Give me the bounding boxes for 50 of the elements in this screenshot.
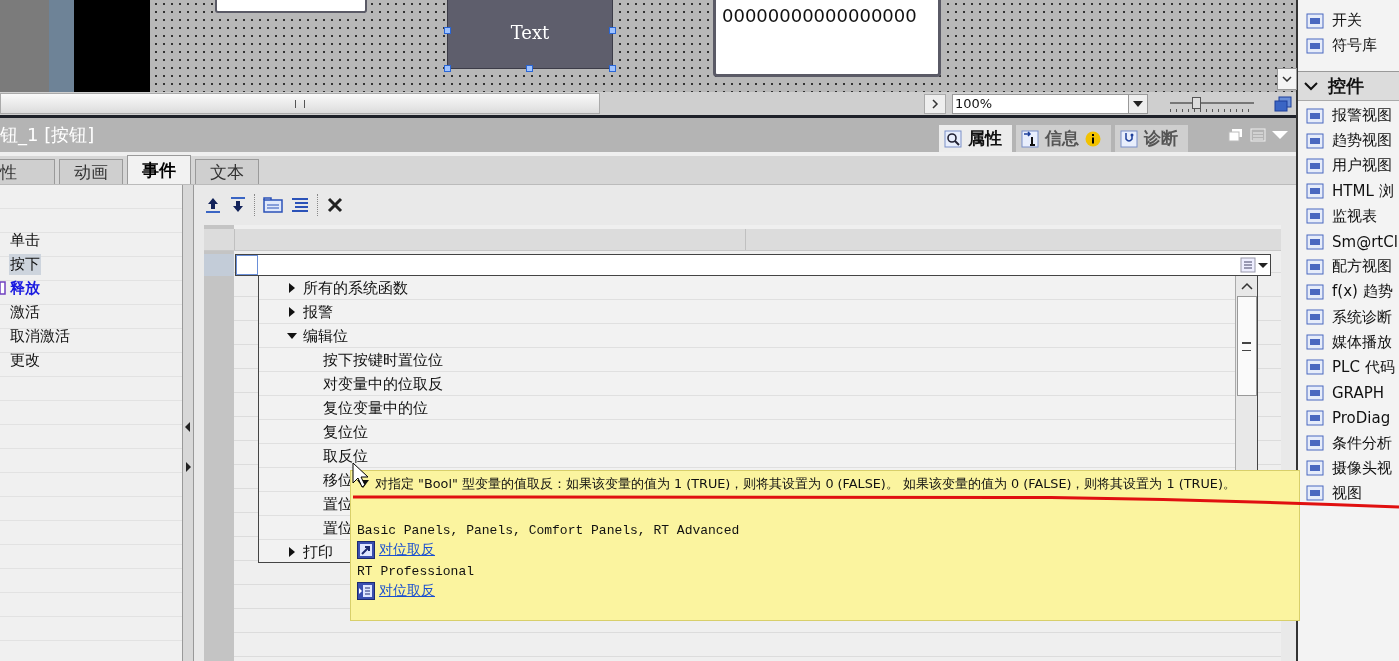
toolbox-item[interactable]: 监视表 bbox=[1332, 206, 1377, 226]
toolbox-item[interactable]: 摄像头视 bbox=[1332, 458, 1392, 478]
inspector-tab[interactable]: 诊断 bbox=[1115, 125, 1188, 152]
event-item[interactable]: 取消激活 bbox=[9, 325, 71, 347]
toolbox-item[interactable]: ProDiag bbox=[1332, 408, 1391, 427]
tab[interactable]: 性 bbox=[0, 159, 55, 184]
toolbox-item[interactable]: f(x) 趋势 bbox=[1332, 282, 1393, 302]
toolbox-item[interactable]: 条件分析 bbox=[1332, 433, 1392, 453]
toolbox-item[interactable]: 报警视图 bbox=[1332, 106, 1392, 126]
function-item[interactable]: 对变量中的位取反 bbox=[323, 374, 443, 394]
toolbox-item[interactable]: Sm@rtCli bbox=[1332, 232, 1399, 251]
toolbox-item[interactable]: 系统诊断 bbox=[1332, 307, 1392, 327]
event-item[interactable]: 释放 bbox=[9, 277, 41, 299]
function-item[interactable]: 打印 bbox=[303, 542, 333, 562]
toolbox-item[interactable]: 用户视图 bbox=[1332, 156, 1392, 176]
help-link[interactable]: 对位取反 bbox=[379, 541, 435, 559]
toolbox-item[interactable]: 媒体播放 bbox=[1332, 332, 1392, 352]
toolbox-item[interactable]: GRAPH bbox=[1332, 383, 1385, 402]
toolbox-item[interactable]: 配方视图 bbox=[1332, 257, 1392, 277]
zoom-field[interactable]: 100% bbox=[952, 93, 1148, 114]
canvas-button[interactable]: Text bbox=[447, 0, 613, 69]
tab[interactable]: 文本 bbox=[195, 159, 259, 184]
event-item[interactable]: 更改 bbox=[9, 349, 41, 371]
tab[interactable]: 动画 bbox=[59, 159, 123, 184]
function-item[interactable]: 按下按键时置位位 bbox=[323, 350, 443, 370]
event-item[interactable]: 单击 bbox=[9, 229, 41, 251]
toolbox-item[interactable]: 符号库 bbox=[1332, 36, 1377, 56]
toolbox-item[interactable]: PLC 代码 bbox=[1332, 357, 1395, 377]
platform-label: RT Professional bbox=[357, 564, 476, 579]
function-item[interactable]: 取反位 bbox=[323, 446, 368, 466]
event-item[interactable]: 激活 bbox=[9, 301, 41, 323]
function-item[interactable]: 编辑位 bbox=[303, 326, 348, 346]
help-link[interactable]: 对位取反 bbox=[379, 582, 435, 600]
inspector-tab[interactable]: 信息 bbox=[1016, 125, 1111, 152]
event-item[interactable]: 按下 bbox=[9, 253, 41, 275]
toolbox-item[interactable]: HTML 浏 bbox=[1332, 181, 1394, 201]
section-header[interactable]: 控件 bbox=[1298, 72, 1399, 101]
toolbox-item[interactable]: 开关 bbox=[1332, 11, 1362, 31]
io-field[interactable]: 00000000000000000 bbox=[713, 0, 941, 77]
tooltip-description: 对指定 "Bool" 型变量的值取反：如果该变量的值为 1 (TRUE)，则将其设置为 0 (FALSE)。 如果该变量的值为 0 (FALSE)，则将其设置为 1 (TRUE)。 bbox=[375, 475, 1236, 493]
function-item[interactable]: 报警 bbox=[303, 302, 333, 322]
toolbox-item[interactable]: 视图 bbox=[1332, 483, 1362, 503]
function-item[interactable]: 所有的系统函数 bbox=[303, 278, 408, 298]
inspector-title: 钮_1 [按钮] bbox=[0, 123, 95, 147]
function-item[interactable]: 复位位 bbox=[323, 422, 368, 442]
inspector-tab[interactable]: 属性 bbox=[939, 125, 1012, 152]
function-item[interactable]: 复位变量中的位 bbox=[323, 398, 428, 418]
platform-label: Basic Panels, Panels, Comfort Panels, RT Advanced bbox=[357, 523, 741, 538]
toolbox-item[interactable]: 趋势视图 bbox=[1332, 131, 1392, 151]
tab[interactable]: 事件 bbox=[127, 155, 191, 184]
